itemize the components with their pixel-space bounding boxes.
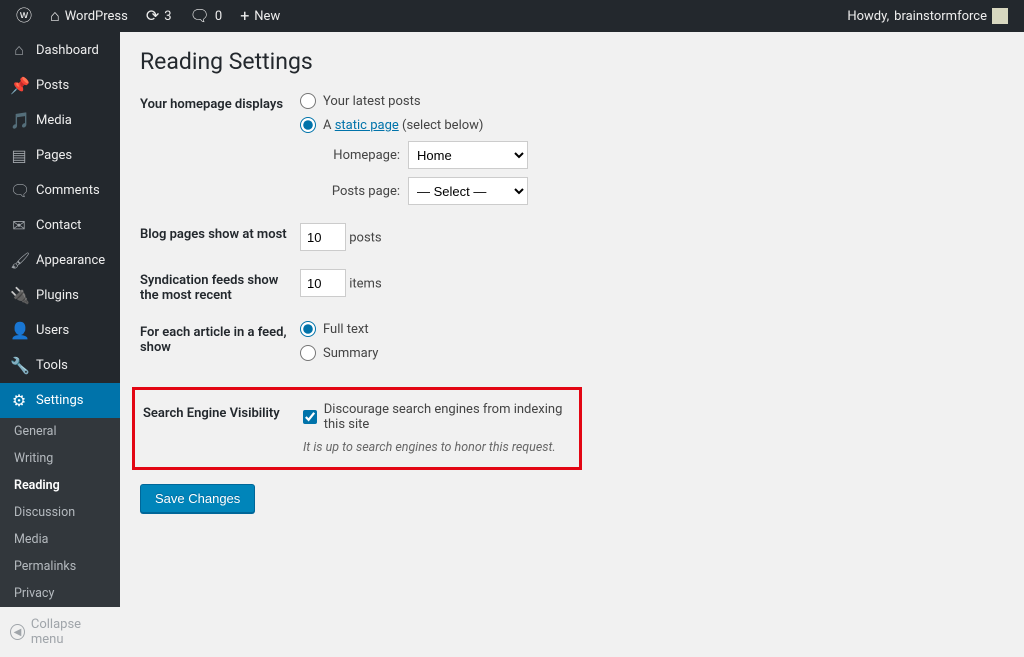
brush-icon: 🖌 xyxy=(10,251,28,270)
highlight-seo-visibility: Search Engine Visibility Discourage sear… xyxy=(132,387,582,470)
submenu-item-general[interactable]: General xyxy=(0,418,120,445)
sidebar-item-label: Media xyxy=(36,113,72,128)
sidebar-item-appearance[interactable]: 🖌 Appearance xyxy=(0,243,120,278)
sidebar-item-label: Posts xyxy=(36,78,69,93)
unit-items: items xyxy=(349,277,381,292)
wrench-icon: 🔧 xyxy=(10,356,28,375)
avatar xyxy=(992,8,1008,24)
radio-static-page-label: A static page (select below) xyxy=(323,118,483,133)
plug-icon: 🔌 xyxy=(10,286,28,305)
adminbar-username: brainstormforce xyxy=(894,9,987,24)
label-homepage-displays: Your homepage displays xyxy=(140,93,300,112)
sidebar-item-label: Pages xyxy=(36,148,72,163)
submenu-item-writing[interactable]: Writing xyxy=(0,445,120,472)
sidebar-item-label: Comments xyxy=(36,183,100,198)
adminbar-howdy-prefix: Howdy, xyxy=(847,9,889,24)
adminbar-comments-count: 0 xyxy=(215,9,222,24)
page-title: Reading Settings xyxy=(140,48,1004,75)
page-icon: ▤ xyxy=(10,146,28,165)
checkbox-discourage-indexing-label: Discourage search engines from indexing … xyxy=(324,402,571,432)
adminbar-updates[interactable]: ⟳3 xyxy=(138,0,180,32)
radio-full-text-label: Full text xyxy=(323,322,369,337)
input-blog-pages[interactable] xyxy=(300,223,346,251)
adminbar: ⓦ ⌂WordPress ⟳3 🗨0 +New Howdy, brainstor… xyxy=(0,0,1024,32)
postspage-select-label: Posts page: xyxy=(322,184,400,199)
sidebar-item-label: Dashboard xyxy=(36,43,99,58)
row-blog-pages: Blog pages show at most posts xyxy=(140,223,1004,251)
pin-icon: 📌 xyxy=(10,76,28,95)
save-changes-button[interactable]: Save Changes xyxy=(140,484,255,513)
checkbox-discourage-indexing[interactable] xyxy=(303,409,317,425)
sidebar-item-settings[interactable]: ⚙ Settings xyxy=(0,383,120,418)
adminbar-new-label: New xyxy=(254,9,280,24)
sidebar-item-posts[interactable]: 📌 Posts xyxy=(0,68,120,103)
sidebar-item-label: Tools xyxy=(36,358,68,373)
radio-full-text[interactable] xyxy=(300,321,316,337)
sidebar-item-users[interactable]: 👤 Users xyxy=(0,313,120,348)
sidebar-item-label: Contact xyxy=(36,218,81,233)
submenu-item-privacy[interactable]: Privacy xyxy=(0,580,120,607)
content-area: Reading Settings Your homepage displays … xyxy=(120,32,1024,576)
radio-latest-posts[interactable] xyxy=(300,93,316,109)
label-syndication: Syndication feeds show the most recent xyxy=(140,269,300,303)
admin-sidebar: ⌂ Dashboard 📌 Posts 🎵 Media ▤ Pages 🗨 Comment… xyxy=(0,32,120,576)
refresh-icon: ⟳ xyxy=(146,8,159,24)
static-page-link[interactable]: static page xyxy=(335,118,399,133)
sidebar-item-plugins[interactable]: 🔌 Plugins xyxy=(0,278,120,313)
sidebar-item-contact[interactable]: ✉ Contact xyxy=(0,208,120,243)
adminbar-wp-logo[interactable]: ⓦ xyxy=(8,0,40,32)
home-icon: ⌂ xyxy=(50,8,60,24)
adminbar-new[interactable]: + New xyxy=(232,0,288,32)
sidebar-item-label: Users xyxy=(36,323,69,338)
collapse-icon: ◀ xyxy=(10,624,25,640)
adminbar-account[interactable]: Howdy, brainstormforce xyxy=(839,0,1016,32)
adminbar-updates-count: 3 xyxy=(164,9,171,24)
submenu-item-media[interactable]: Media xyxy=(0,526,120,553)
postspage-select[interactable]: — Select — xyxy=(408,177,528,205)
comment-icon: 🗨 xyxy=(190,8,210,24)
sidebar-item-comments[interactable]: 🗨 Comments xyxy=(0,173,120,208)
label-feed-article: For each article in a feed, show xyxy=(140,321,300,355)
radio-latest-posts-label: Your latest posts xyxy=(323,94,421,109)
row-feed-article: For each article in a feed, show Full te… xyxy=(140,321,1004,369)
radio-static-page[interactable] xyxy=(300,117,316,133)
wordpress-logo-icon: ⓦ xyxy=(16,8,32,24)
sidebar-item-tools[interactable]: 🔧 Tools xyxy=(0,348,120,383)
adminbar-site-name[interactable]: ⌂ WordPress xyxy=(42,0,136,32)
adminbar-comments[interactable]: 🗨0 xyxy=(182,0,231,32)
settings-submenu: General Writing Reading Discussion Media… xyxy=(0,418,120,607)
radio-summary-label: Summary xyxy=(323,346,378,361)
submenu-item-reading[interactable]: Reading xyxy=(0,472,120,499)
adminbar-site-label: WordPress xyxy=(65,9,128,24)
collapse-label: Collapse menu xyxy=(31,617,110,647)
sidebar-item-label: Appearance xyxy=(36,253,105,268)
sidebar-item-label: Settings xyxy=(36,393,83,408)
sidebar-item-pages[interactable]: ▤ Pages xyxy=(0,138,120,173)
unit-posts: posts xyxy=(349,231,381,246)
media-icon: 🎵 xyxy=(10,111,28,130)
mail-icon: ✉ xyxy=(10,216,28,235)
sidebar-item-media[interactable]: 🎵 Media xyxy=(0,103,120,138)
collapse-menu[interactable]: ◀ Collapse menu xyxy=(0,607,120,657)
row-homepage-displays: Your homepage displays Your latest posts… xyxy=(140,93,1004,205)
plus-icon: + xyxy=(240,8,249,24)
row-syndication: Syndication feeds show the most recent i… xyxy=(140,269,1004,303)
sliders-icon: ⚙ xyxy=(10,391,28,410)
seo-description: It is up to search engines to honor this… xyxy=(303,440,571,455)
user-icon: 👤 xyxy=(10,321,28,340)
radio-summary[interactable] xyxy=(300,345,316,361)
submenu-item-discussion[interactable]: Discussion xyxy=(0,499,120,526)
homepage-select[interactable]: Home xyxy=(408,141,528,169)
homepage-select-label: Homepage: xyxy=(322,148,400,163)
comment-icon: 🗨 xyxy=(10,181,28,200)
input-syndication[interactable] xyxy=(300,269,346,297)
label-seo-visibility: Search Engine Visibility xyxy=(143,402,303,421)
sidebar-item-label: Plugins xyxy=(36,288,79,303)
label-blog-pages: Blog pages show at most xyxy=(140,223,300,242)
sidebar-item-dashboard[interactable]: ⌂ Dashboard xyxy=(0,32,120,68)
dashboard-icon: ⌂ xyxy=(10,40,28,60)
